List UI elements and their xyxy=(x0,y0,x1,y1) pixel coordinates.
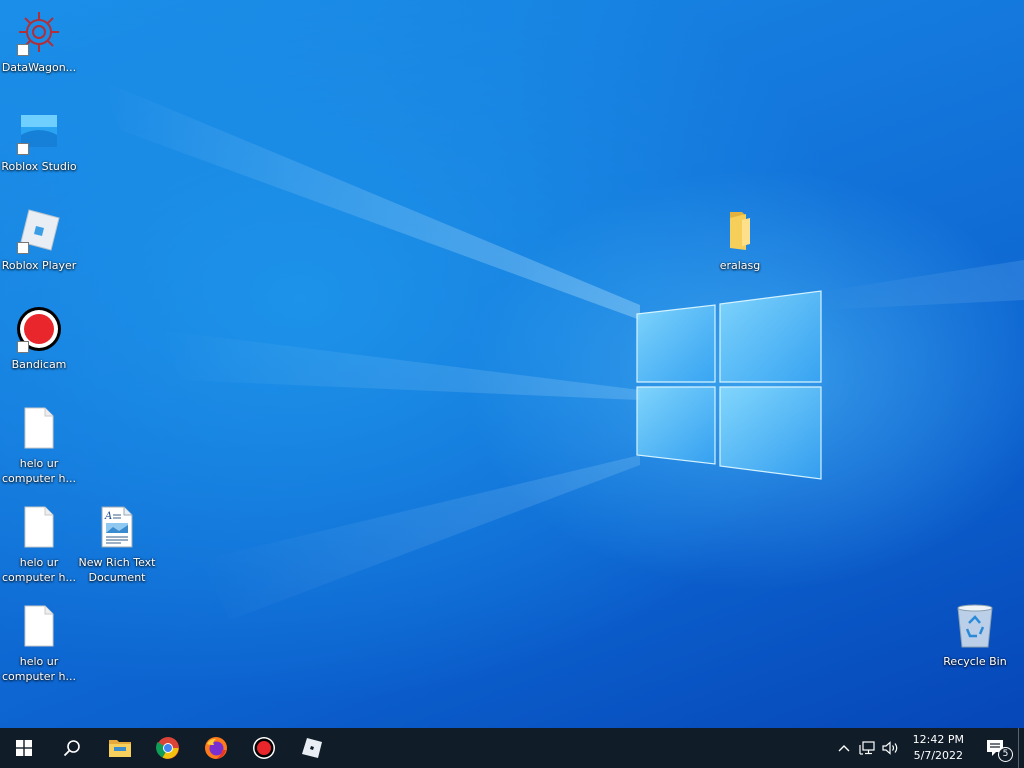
shortcut-arrow-icon xyxy=(17,341,29,353)
svg-text:A: A xyxy=(104,511,112,522)
file-explorer-icon xyxy=(109,740,131,757)
clock-date: 5/7/2022 xyxy=(913,749,964,762)
taskbar-bandicam[interactable] xyxy=(240,728,288,768)
desktop-icon-label: helo ur computer h... xyxy=(1,457,76,485)
desktop-icon-text-file[interactable]: helo ur computer h... xyxy=(0,602,78,684)
taskbar-chrome[interactable] xyxy=(144,728,192,768)
desktop-icon-label: Recycle Bin xyxy=(943,655,1007,668)
desktop-icon-label: Bandicam xyxy=(11,358,67,371)
desktop-icon-label: helo ur computer h... xyxy=(1,655,76,683)
clock[interactable]: 12:42 PM 5/7/2022 xyxy=(903,728,974,768)
desktop-icon-datawagon[interactable]: DataWagon... xyxy=(0,8,78,75)
taskbar-firefox[interactable] xyxy=(192,728,240,768)
taskbar-roblox[interactable] xyxy=(288,728,336,768)
show-hidden-icons-button[interactable] xyxy=(833,728,855,768)
show-desktop-button[interactable] xyxy=(1018,728,1024,768)
datawagon-icon xyxy=(15,8,63,56)
roblox-icon xyxy=(302,738,322,758)
desktop-icon-folder-eralasg[interactable]: eralasg xyxy=(701,206,779,273)
start-button[interactable] xyxy=(0,728,48,768)
shortcut-arrow-icon xyxy=(17,242,29,254)
text-file-icon xyxy=(15,404,63,452)
desktop[interactable]: DataWagon... Roblox Studio Roblox Player xyxy=(0,0,1024,728)
desktop-icon-text-file[interactable]: helo ur computer h... xyxy=(0,404,78,486)
wallpaper xyxy=(100,80,1024,620)
bandicam-icon xyxy=(15,305,63,353)
folder-icon xyxy=(716,206,764,254)
shortcut-arrow-icon xyxy=(17,44,29,56)
network-icon xyxy=(859,741,875,755)
desktop-icon-recycle-bin[interactable]: Recycle Bin xyxy=(936,602,1014,669)
desktop-icon-label: New Rich Text Document xyxy=(78,556,156,584)
desktop-icon-label: Roblox Studio xyxy=(1,160,77,173)
desktop-icon-bandicam[interactable]: Bandicam xyxy=(0,305,78,372)
search-button[interactable] xyxy=(48,728,96,768)
shortcut-arrow-icon xyxy=(17,143,29,155)
taskbar-file-explorer[interactable] xyxy=(96,728,144,768)
action-center-button[interactable]: 5 xyxy=(974,728,1018,768)
firefox-icon xyxy=(205,737,227,759)
desktop-icon-text-file[interactable]: helo ur computer h... xyxy=(0,503,78,585)
volume-button[interactable] xyxy=(879,728,903,768)
desktop-icon-roblox-player[interactable]: Roblox Player xyxy=(0,206,78,273)
rich-text-document-icon: A xyxy=(93,503,141,551)
desktop-icon-label: DataWagon... xyxy=(1,61,77,74)
desktop-icon-label: Roblox Player xyxy=(1,259,77,272)
system-tray: 12:42 PM 5/7/2022 5 xyxy=(833,728,1024,768)
search-icon xyxy=(63,740,80,757)
roblox-studio-icon xyxy=(15,107,63,155)
chrome-icon xyxy=(156,737,179,759)
windows-start-icon xyxy=(16,740,32,756)
recycle-bin-icon xyxy=(951,602,999,650)
clock-time: 12:42 PM xyxy=(912,733,964,746)
chevron-up-icon xyxy=(838,745,850,752)
notification-count-badge: 5 xyxy=(998,747,1013,762)
taskbar: 12:42 PM 5/7/2022 5 xyxy=(0,728,1024,768)
text-file-icon xyxy=(15,503,63,551)
speaker-icon xyxy=(882,741,898,755)
desktop-icon-label: eralasg xyxy=(719,259,761,272)
text-file-icon xyxy=(15,602,63,650)
bandicam-icon xyxy=(253,737,275,759)
desktop-icon-roblox-studio[interactable]: Roblox Studio xyxy=(0,107,78,174)
desktop-icon-rich-text-document[interactable]: A New Rich Text Document xyxy=(78,503,156,585)
desktop-icon-label: helo ur computer h... xyxy=(1,556,76,584)
roblox-player-icon xyxy=(15,206,63,254)
network-button[interactable] xyxy=(855,728,879,768)
